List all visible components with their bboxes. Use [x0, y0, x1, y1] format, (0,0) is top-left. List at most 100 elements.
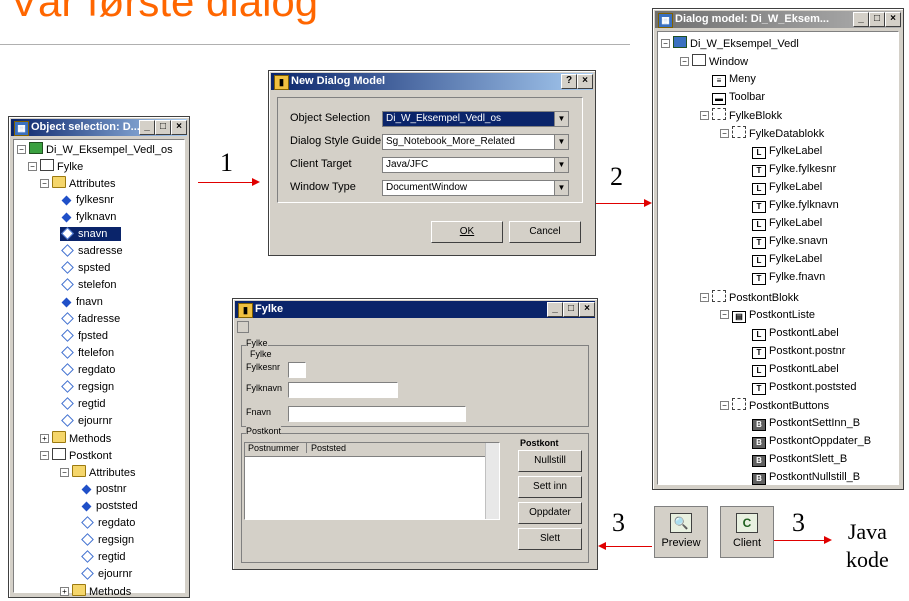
close-button[interactable]: × — [171, 120, 187, 135]
attribute-key-icon — [61, 297, 72, 308]
tree-item-folder[interactable]: + Methods — [60, 584, 131, 599]
fylkesnr-input[interactable] — [288, 362, 306, 378]
tree-item-root[interactable]: − Di_W_Eksempel_Vedl — [661, 36, 799, 51]
slett-button[interactable]: Slett — [518, 528, 582, 550]
column-header-poststed[interactable]: Poststed — [311, 443, 346, 453]
tree-item-attr[interactable]: ftelefon — [60, 346, 114, 360]
folder-icon — [52, 431, 66, 443]
close-button[interactable]: × — [577, 74, 593, 89]
tree-item-textfield[interactable]: T Fylke.fylknavn — [752, 198, 839, 213]
tree-item-attr[interactable]: regsign — [60, 380, 114, 394]
maximize-button[interactable]: □ — [155, 120, 171, 135]
cancel-button[interactable]: Cancel — [509, 221, 581, 243]
tree-item-folder[interactable]: − Attributes — [40, 176, 115, 191]
fnavn-input[interactable] — [288, 406, 466, 422]
tree-item-window[interactable]: − Window — [680, 54, 748, 69]
block-icon — [712, 290, 726, 302]
new-dialog-model-window: ▮ New Dialog Model ? × Object Selection … — [268, 70, 596, 256]
tree-item-block[interactable]: − FylkeDatablokk — [720, 126, 824, 141]
tree-item-button[interactable]: B PostkontSettInn_B — [752, 416, 860, 431]
close-button[interactable]: × — [885, 12, 901, 27]
tree-item-class[interactable]: − Fylke — [28, 159, 83, 174]
tree-item-block[interactable]: − PostkontButtons — [720, 398, 829, 413]
ok-button[interactable]: OK — [431, 221, 503, 243]
client-target-combo[interactable]: Java/JFC ▼ — [382, 157, 569, 173]
oppdater-button[interactable]: Oppdater — [518, 502, 582, 524]
tree-item-button[interactable]: B PostkontSlett_B — [752, 452, 847, 467]
style-guide-combo[interactable]: Sg_Notebook_More_Related ▼ — [382, 134, 569, 150]
new-dialog-titlebar[interactable]: ▮ New Dialog Model — [271, 73, 593, 90]
tree-item-attr[interactable]: ejournr — [80, 567, 132, 581]
tree-item-attr[interactable]: poststed — [80, 499, 138, 513]
tree-item-attr[interactable]: regdato — [80, 516, 135, 530]
tree-item-folder[interactable]: − Attributes — [60, 465, 135, 480]
tree-item-textfield[interactable]: T Fylke.fylkesnr — [752, 162, 836, 177]
tree-item-textfield[interactable]: T Postkont.poststed — [752, 380, 856, 395]
tree-item-block[interactable]: − PostkontBlokk — [700, 290, 799, 305]
close-button[interactable]: × — [579, 302, 595, 317]
object-tree[interactable]: − Di_W_Eksempel_Vedl_os − Fylke − Attribute… — [13, 139, 185, 598]
column-header-postnummer[interactable]: Postnummer — [248, 443, 307, 453]
tree-item-attr[interactable]: stelefon — [60, 278, 117, 292]
maximize-button[interactable]: □ — [869, 12, 885, 27]
tree-item-attr[interactable]: spsted — [60, 261, 110, 275]
tree-item-attr[interactable]: regdato — [60, 363, 115, 377]
tree-item-attr[interactable]: fnavn — [60, 295, 103, 309]
tree-item-attr[interactable]: regtid — [80, 550, 126, 564]
tree-item-attr[interactable]: regsign — [80, 533, 134, 547]
chevron-down-icon[interactable]: ▼ — [554, 158, 568, 172]
fylknavn-input[interactable] — [288, 382, 398, 398]
fylke-titlebar[interactable]: ▮ Fylke — [235, 301, 595, 318]
scrollbar[interactable] — [485, 443, 499, 519]
tree-item-attr[interactable]: fylknavn — [60, 210, 116, 224]
window-type-combo[interactable]: DocumentWindow ▼ — [382, 180, 569, 196]
object-selection-window: ▦ Object selection: D... _ □ × − Di_W_Eks… — [8, 116, 190, 598]
tree-item-label[interactable]: L FylkeLabel — [752, 144, 822, 159]
tree-item-label[interactable]: L FylkeLabel — [752, 216, 822, 231]
tree-item-button[interactable]: B PostkontOppdater_B — [752, 434, 871, 449]
tree-item-attr-selected[interactable]: snavn — [60, 227, 122, 241]
tree-item-textfield[interactable]: T Fylke.snavn — [752, 234, 828, 249]
minimize-button[interactable]: _ — [853, 12, 869, 27]
client-icon: C — [736, 513, 758, 533]
tree-item-attr[interactable]: sadresse — [60, 244, 123, 258]
chevron-down-icon[interactable]: ▼ — [554, 112, 568, 126]
tree-item-textfield[interactable]: T Postkont.postnr — [752, 344, 845, 359]
tree-item-menu[interactable]: ≡ Meny — [712, 72, 756, 87]
minimize-button[interactable]: _ — [139, 120, 155, 135]
postkont-table[interactable]: Postnummer Poststed — [244, 442, 500, 520]
chevron-down-icon[interactable]: ▼ — [554, 181, 568, 195]
tree-item-root[interactable]: − Di_W_Eksempel_Vedl_os — [17, 142, 173, 157]
preview-button[interactable]: 🔍 Preview — [654, 506, 708, 558]
tree-item-label[interactable]: L PostkontLabel — [752, 326, 839, 341]
tree-item-block[interactable]: − FylkeBlokk — [700, 108, 782, 123]
tree-item-toolbar[interactable]: ▬ Toolbar — [712, 90, 765, 105]
help-button[interactable]: ? — [561, 74, 577, 89]
tree-item-attr[interactable]: fpsted — [60, 329, 108, 343]
client-button[interactable]: C Client — [720, 506, 774, 558]
tree-item-label[interactable]: L FylkeLabel — [752, 180, 822, 195]
tree-item-folder[interactable]: + Methods — [40, 431, 111, 446]
tree-item-label[interactable]: L PostkontLabel — [752, 362, 839, 377]
object-selection-combo[interactable]: Di_W_Eksempel_Vedl_os ▼ — [382, 111, 569, 127]
tree-item-label[interactable]: L FylkeLabel — [752, 252, 822, 267]
dialog-tree[interactable]: − Di_W_Eksempel_Vedl − Window ≡ Meny ▬ Toolb… — [657, 31, 899, 485]
minimize-button[interactable]: _ — [547, 302, 563, 317]
tree-item-attr[interactable]: fadresse — [60, 312, 120, 326]
arrow-3-right — [774, 536, 832, 544]
folder-icon — [52, 176, 66, 188]
chevron-down-icon[interactable]: ▼ — [554, 135, 568, 149]
nullstill-button[interactable]: Nullstill — [518, 450, 582, 472]
tree-item-list[interactable]: − ▤ PostkontListe — [720, 308, 815, 323]
tree-item-attr[interactable]: fylkesnr — [60, 193, 114, 207]
toolbar-stub[interactable] — [237, 321, 249, 333]
maximize-button[interactable]: □ — [563, 302, 579, 317]
tree-item-attr[interactable]: postnr — [80, 482, 127, 496]
settinn-button[interactable]: Sett inn — [518, 476, 582, 498]
tree-item-textfield[interactable]: T Fylke.fnavn — [752, 270, 825, 285]
style-guide-label: Dialog Style Guide — [290, 135, 382, 147]
tree-item-button[interactable]: B PostkontNullstill_B — [752, 470, 860, 485]
tree-item-attr[interactable]: regtid — [60, 397, 106, 411]
tree-item-class[interactable]: − Postkont — [40, 448, 112, 463]
tree-item-attr[interactable]: ejournr — [60, 414, 112, 428]
